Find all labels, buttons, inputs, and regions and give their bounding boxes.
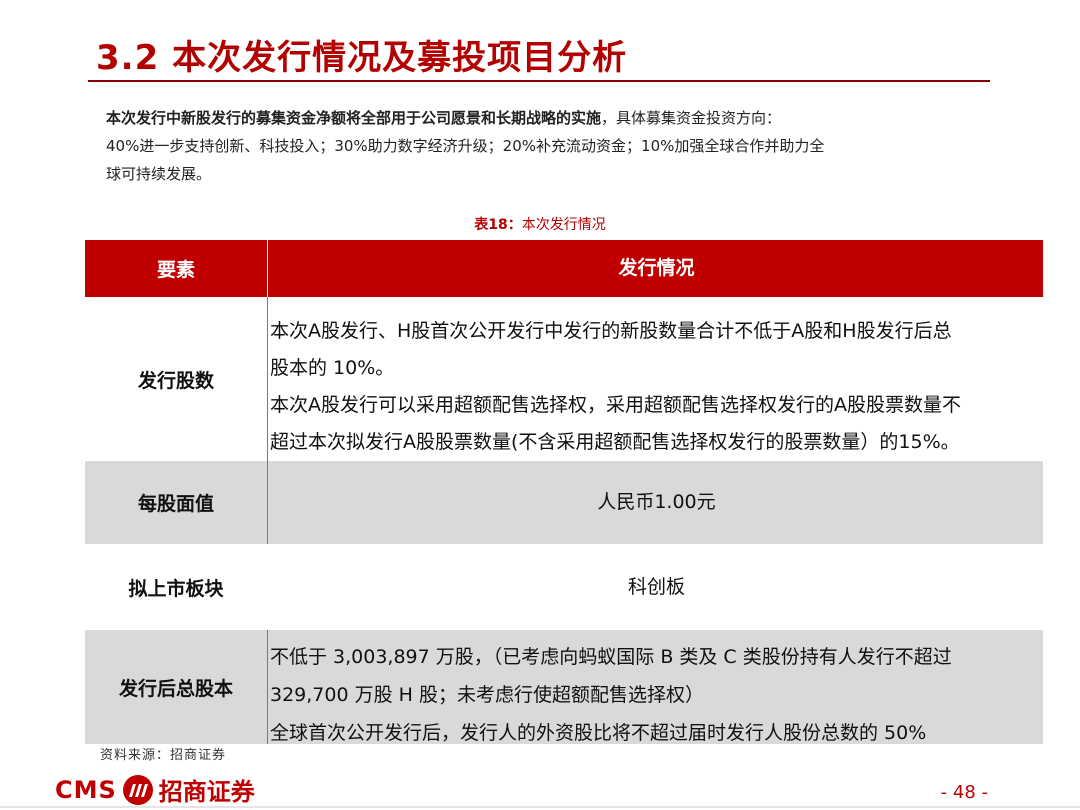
- column-header-element: 要素: [85, 240, 267, 297]
- footer-divider: [0, 806, 1080, 808]
- row-value-shares-issued: 本次A股发行、H股首次公开发行中发行的新股数量合计不低于A股和H股发行后总 股本…: [268, 297, 1043, 461]
- row-label-listing-board: 拟上市板块: [128, 577, 224, 600]
- table-row: 发行股数 本次A股发行、H股首次公开发行中发行的新股数量合计不低于A股和H股发行…: [85, 297, 1043, 461]
- logo-chinese-text: 招商证券: [158, 777, 255, 806]
- cms-badge-icon: [122, 774, 153, 805]
- row-value-line: 超过本次拟发行A股股票数量(不含采用超额配售选择权发行的股票数量）的15%。: [270, 431, 960, 453]
- row-label-par-value: 每股面值: [85, 461, 267, 544]
- title-divider: [88, 80, 990, 82]
- table-row: 发行后总股本 不低于 3,003,897 万股，（已考虑向蚂蚁国际 B 类及 C…: [85, 630, 1043, 744]
- company-logo: CMS 招商证券: [55, 772, 255, 807]
- table-caption: 表18：本次发行情况: [0, 214, 1080, 234]
- row-value-listing-board: 科创板: [627, 575, 685, 598]
- row-value-line: 股本的 10%。: [270, 357, 395, 379]
- table-header-row: 要素 发行情况: [85, 240, 1043, 297]
- table-caption-number: 表18：: [474, 217, 522, 233]
- row-value-line: 全球首次公开发行后，发行人的外资股比将不超过届时发行人股份总数的 50%: [270, 722, 927, 744]
- intro-lead-bold: 本次发行中新股发行的募集资金净额将全部用于公司愿景和长期战略的实施: [106, 109, 602, 127]
- row-value-line: 329,700 万股 H 股；未考虑行使超额配售选择权）: [270, 684, 704, 706]
- row-value-line: 本次A股发行可以采用超额配售选择权，采用超额配售选择权发行的A股股票数量不: [270, 394, 961, 416]
- page-number: - 48 -: [940, 782, 988, 803]
- row-value-total-shares: 不低于 3,003,897 万股，（已考虑向蚂蚁国际 B 类及 C 类股份持有人…: [268, 630, 1043, 744]
- logo-latin-text: CMS: [55, 775, 117, 804]
- intro-line-1: 本次发行中新股发行的募集资金净额将全部用于公司愿景和长期战略的实施，具体募集资金…: [106, 104, 986, 132]
- column-header-details: 发行情况: [268, 240, 1043, 297]
- intro-line-2: 40%进一步支持创新、科技投入；30%助力数字经济升级；20%补充流动资金；10…: [106, 137, 825, 155]
- intro-line-3: 球可持续发展。: [106, 165, 212, 183]
- row-label-shares-issued: 发行股数: [137, 369, 214, 392]
- source-note: 资料来源：招商证券: [100, 748, 227, 763]
- intro-lead-rest: ，具体募集资金投资方向：: [601, 109, 782, 127]
- intro-paragraph: 本次发行中新股发行的募集资金净额将全部用于公司愿景和长期战略的实施，具体募集资金…: [106, 104, 986, 188]
- row-value-line: 本次A股发行、H股首次公开发行中发行的新股数量合计不低于A股和H股发行后总: [270, 320, 952, 342]
- table-row: 拟上市板块 科创板: [85, 544, 1043, 630]
- table-row: 每股面值 人民币1.00元: [85, 461, 1043, 544]
- page-title: 3.2 本次发行情况及募投项目分析: [96, 38, 628, 78]
- row-value-par-value: 人民币1.00元: [268, 461, 1043, 544]
- table-caption-text: 本次发行情况: [521, 217, 606, 233]
- row-value-line: 不低于 3,003,897 万股，（已考虑向蚂蚁国际 B 类及 C 类股份持有人…: [270, 646, 952, 668]
- row-label-total-shares: 发行后总股本: [85, 630, 267, 744]
